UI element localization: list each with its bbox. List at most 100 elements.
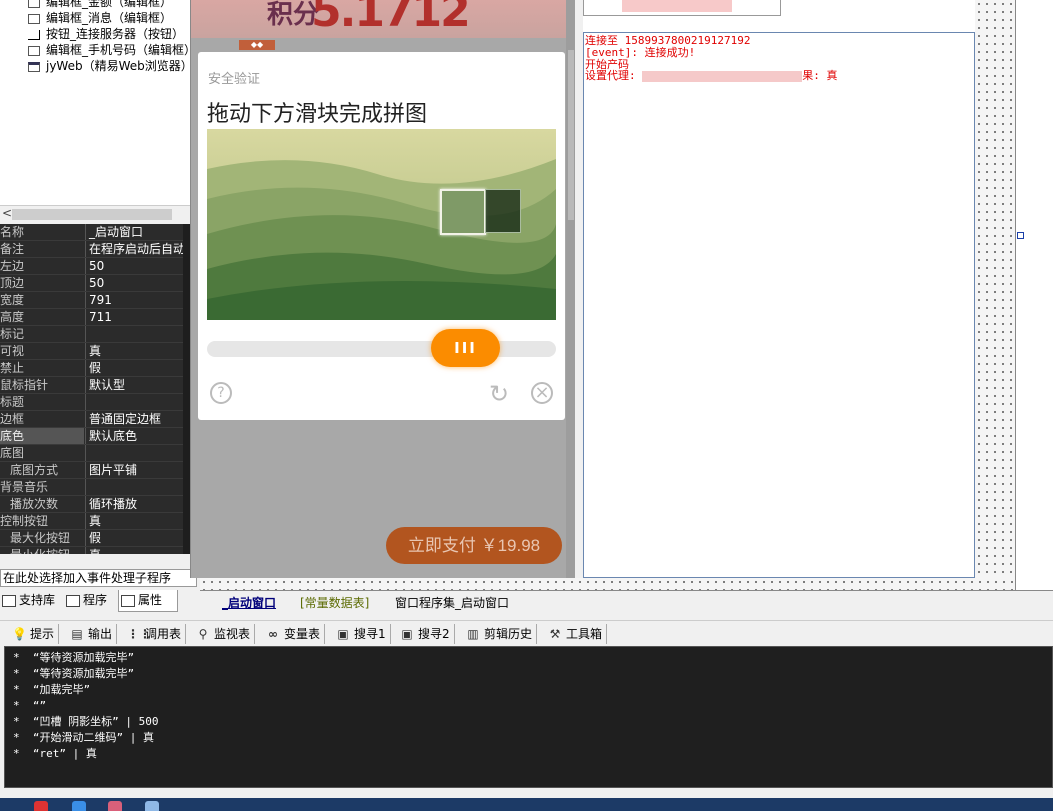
close-icon[interactable]: × bbox=[531, 382, 553, 404]
property-value[interactable]: 普通固定边框 bbox=[85, 411, 183, 427]
tree-item-message-editbox[interactable]: 编辑框_消息（编辑框） bbox=[28, 10, 172, 26]
property-value[interactable] bbox=[85, 394, 183, 410]
property-value[interactable]: 假 bbox=[85, 530, 183, 546]
property-row[interactable]: 顶边 50 bbox=[0, 275, 190, 292]
property-row[interactable]: 标记 bbox=[0, 326, 190, 343]
property-name: 鼠标指针 bbox=[0, 378, 49, 392]
tab-properties[interactable]: 属性 bbox=[118, 590, 178, 612]
event-handler-combo[interactable]: 在此处选择加入事件处理子程序 bbox=[0, 569, 197, 587]
property-value[interactable] bbox=[85, 326, 183, 342]
scroll-thumb[interactable] bbox=[12, 209, 172, 220]
property-row[interactable]: 备注 在程序启动后自动 bbox=[0, 241, 190, 258]
puzzle-notch bbox=[485, 189, 521, 233]
tab-constants[interactable]: [常量数据表] bbox=[300, 593, 369, 613]
property-value[interactable]: 711 bbox=[85, 309, 183, 325]
designer-grid-bottom bbox=[200, 578, 1015, 590]
banner-number: 5.1712 bbox=[311, 0, 471, 37]
captcha-puzzle-image bbox=[207, 129, 556, 320]
browser-scrollbar[interactable] bbox=[566, 0, 575, 578]
log-proxy-label: 设置代理: bbox=[585, 69, 636, 82]
app-icon[interactable] bbox=[72, 801, 86, 811]
tab-window-assembly[interactable]: 窗口程序集_启动窗口 bbox=[395, 593, 509, 613]
property-value[interactable]: 50 bbox=[85, 258, 183, 274]
tree-item-jyweb[interactable]: jyWeb（精易Web浏览器） bbox=[28, 58, 190, 74]
property-row[interactable]: 名称 _启动窗口 bbox=[0, 224, 190, 241]
scroll-left-icon[interactable]: < bbox=[2, 206, 12, 220]
app-icon[interactable] bbox=[108, 801, 122, 811]
phone-input[interactable] bbox=[583, 0, 781, 16]
property-value[interactable] bbox=[85, 479, 183, 495]
property-value[interactable]: 791 bbox=[85, 292, 183, 308]
designer-margin bbox=[1015, 0, 1053, 590]
browser-scroll-thumb[interactable] bbox=[568, 50, 574, 220]
property-value[interactable]: 假 bbox=[85, 360, 183, 376]
property-row[interactable]: 可视 真 bbox=[0, 343, 190, 360]
property-row[interactable]: 底图 bbox=[0, 445, 190, 462]
toolbox-icon: ⚒ bbox=[549, 627, 561, 641]
refresh-icon[interactable]: ↻ bbox=[487, 382, 509, 406]
property-scrollbar[interactable] bbox=[183, 224, 190, 554]
message-log: 连接至 15899378002191271​92 [event]: 连接成功! … bbox=[583, 33, 975, 578]
property-row[interactable]: 底色 默认底色 bbox=[0, 428, 190, 445]
tree-horizontal-scrollbar[interactable]: < bbox=[0, 205, 190, 222]
tree-item-connect-button[interactable]: 按钮_连接服务器（按钮） bbox=[28, 26, 184, 42]
property-row[interactable]: 鼠标指针 默认型 bbox=[0, 377, 190, 394]
pay-now-button[interactable]: 立即支付 ￥19.98 bbox=[386, 527, 562, 564]
property-value[interactable]: 真 bbox=[85, 513, 183, 529]
property-name: 宽度 bbox=[0, 293, 25, 307]
output-line: * “开始滑动二维码” | 真 bbox=[13, 731, 154, 744]
property-row[interactable]: 最小化按钮真 bbox=[0, 547, 190, 554]
property-row[interactable]: 边框 普通固定边框 bbox=[0, 411, 190, 428]
captcha-title: 安全验证 bbox=[208, 72, 261, 87]
captcha-dialog: 安全验证 拖动下方滑块完成拼图 III ? ↻ × bbox=[198, 52, 565, 420]
property-value[interactable] bbox=[85, 445, 183, 461]
variables-icon: ∞ bbox=[268, 627, 278, 641]
property-row[interactable]: 最大化按钮假 bbox=[0, 530, 190, 547]
property-row[interactable]: 高度 711 bbox=[0, 309, 190, 326]
tool-call-table[interactable]: ⋮⋮调用表 bbox=[127, 624, 187, 644]
tool-search1[interactable]: ▣ 搜寻1 bbox=[336, 624, 391, 644]
help-icon[interactable]: ? bbox=[210, 382, 232, 404]
taskbar bbox=[0, 798, 1053, 811]
property-value[interactable]: 真 bbox=[85, 343, 183, 359]
tree-item-amount-editbox[interactable]: 编辑框_金额（编辑框） bbox=[28, 0, 172, 10]
property-row[interactable]: 底图方式 图片平铺 bbox=[0, 462, 190, 479]
property-name: 边框 bbox=[0, 412, 25, 426]
property-value[interactable]: 循环播放 bbox=[85, 496, 183, 512]
tab-support-library[interactable]: 支持库 bbox=[0, 590, 55, 612]
search-icon: ▣ bbox=[337, 627, 349, 641]
tool-search2[interactable]: ▣ 搜寻2 bbox=[400, 624, 455, 644]
property-row[interactable]: 背景音乐 bbox=[0, 479, 190, 496]
property-row[interactable]: 播放次数 循环播放 bbox=[0, 496, 190, 513]
chrome-icon[interactable] bbox=[34, 801, 48, 811]
tab-start-window[interactable]: _启动窗口 bbox=[222, 593, 276, 613]
property-row[interactable]: 禁止 假 bbox=[0, 360, 190, 377]
property-row[interactable]: 左边 50 bbox=[0, 258, 190, 275]
property-value[interactable]: 50 bbox=[85, 275, 183, 291]
tree-item-phone-editbox[interactable]: 编辑框_手机号码（编辑框） bbox=[28, 42, 190, 58]
clipboard-icon: ▥ bbox=[467, 627, 479, 641]
property-value[interactable]: _启动窗口 bbox=[85, 224, 183, 240]
property-value[interactable]: 默认底色 bbox=[85, 428, 183, 444]
tool-hint[interactable]: 💡 提示 bbox=[12, 624, 60, 644]
tool-variables[interactable]: ∞ 变量表 bbox=[266, 624, 326, 644]
property-row[interactable]: 标题 bbox=[0, 394, 190, 411]
property-row[interactable]: 控制按钮 真 bbox=[0, 513, 190, 530]
app-icon[interactable] bbox=[145, 801, 159, 811]
tool-toolbox[interactable]: ⚒ 工具箱 bbox=[548, 624, 608, 644]
tool-clip-history[interactable]: ▥ 剪辑历史 bbox=[466, 624, 538, 644]
browser-icon bbox=[28, 61, 40, 72]
output-line: * “加载完毕” bbox=[13, 683, 91, 696]
tool-watch[interactable]: ⚲ 监视表 bbox=[196, 624, 256, 644]
property-value[interactable]: 默认型 bbox=[85, 377, 183, 393]
tool-output[interactable]: ▤ 输出 bbox=[70, 624, 118, 644]
resize-handle[interactable] bbox=[1017, 232, 1024, 239]
property-value[interactable]: 在程序启动后自动 bbox=[85, 241, 183, 257]
output-line: * “ret” | 真 bbox=[13, 747, 97, 760]
puzzle-piece[interactable] bbox=[440, 189, 486, 235]
slider-handle[interactable]: III bbox=[431, 329, 500, 367]
property-value[interactable]: 图片平铺 bbox=[85, 462, 183, 478]
property-value[interactable]: 真 bbox=[85, 547, 183, 554]
property-row[interactable]: 宽度 791 bbox=[0, 292, 190, 309]
tab-program[interactable]: 程序 bbox=[64, 590, 107, 612]
